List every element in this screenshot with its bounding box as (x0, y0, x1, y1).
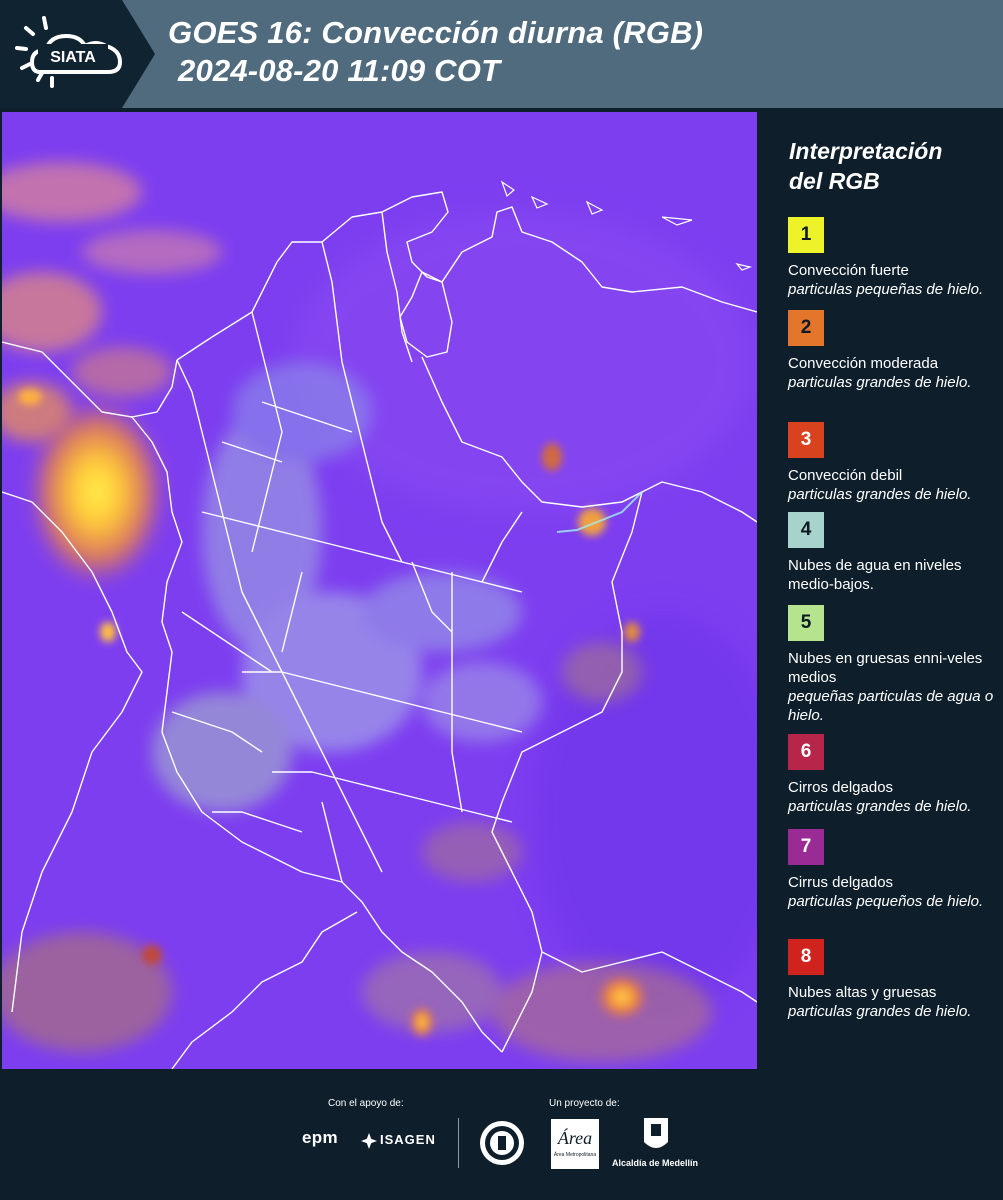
legend-title-line-2: del RGB (789, 168, 880, 194)
footer-divider (458, 1118, 459, 1168)
svg-text:Área: Área (557, 1127, 592, 1148)
siata-logo: SIATA (0, 0, 155, 108)
footer: Con el apoyo de: Un proyecto de: epm ISA… (0, 1070, 1003, 1200)
alcaldia-logo-text: Alcaldía de Medellín (612, 1158, 699, 1168)
title-line-2: 2024-08-20 11:09 COT (178, 53, 501, 88)
legend-label: Convección debil (788, 467, 903, 484)
legend-label: Cirrus delgados (788, 874, 894, 891)
page-title: GOES 16: Convección diurna (RGB) 2024-08… (168, 14, 703, 90)
legend-item: 7 Cirrus delgados particulas pequeños de… (788, 829, 998, 911)
legend-item: 4 Nubes de agua en niveles medio-bajos. (788, 512, 998, 594)
support-label: Con el apoyo de: (328, 1098, 404, 1109)
legend-description: particulas grandes de hielo. (788, 798, 972, 815)
legend-item: 5 Nubes en gruesas enni-veles medios peq… (788, 605, 998, 725)
legend-label: Nubes de agua en niveles medio-bajos. (788, 557, 962, 593)
medellin-crest-icon (644, 1118, 668, 1148)
legend-item: 6 Cirros delgados particulas grandes de … (788, 734, 998, 816)
legend-label: Cirros delgados (788, 779, 894, 796)
legend-item: 1 Convección fuerte particulas pequeñas … (788, 217, 998, 299)
legend-label: Nubes altas y gruesas (788, 984, 937, 1001)
isagen-logo: ISAGEN (380, 1132, 436, 1147)
legend-label: Nubes en gruesas enni-veles medios (788, 650, 983, 686)
svg-text:SIATA: SIATA (50, 49, 96, 66)
legend-item: 2 Convección moderada particulas grandes… (788, 310, 998, 392)
legend-description: particulas pequeños de hielo. (788, 893, 984, 910)
isagen-icon (361, 1133, 377, 1149)
legend-title: Interpretación del RGB (789, 136, 942, 196)
legend-description: particulas grandes de hielo. (788, 1003, 972, 1020)
satellite-map (2, 112, 757, 1069)
legend-item: 3 Convección debil particulas grandes de… (788, 422, 998, 504)
title-line-1: GOES 16: Convección diurna (RGB) (168, 15, 704, 50)
area-metropolitana-logo: Área Área Metropolitana (551, 1119, 599, 1169)
legend-swatch: 1 (788, 217, 824, 253)
epm-logo: epm (302, 1128, 338, 1147)
legend-swatch: 2 (788, 310, 824, 346)
legend-swatch: 4 (788, 512, 824, 548)
legend-panel: Interpretación del RGB 1 Convección fuer… (760, 108, 1003, 1070)
svg-text:Área Metropolitana: Área Metropolitana (554, 1151, 596, 1158)
legend-swatch: 8 (788, 939, 824, 975)
project-label: Un proyecto de: (549, 1098, 620, 1109)
legend-swatch: 5 (788, 605, 824, 641)
legend-label: Convección moderada (788, 355, 939, 372)
legend-description: particulas grandes de hielo. (788, 486, 972, 503)
legend-swatch: 3 (788, 422, 824, 458)
legend-label: Convección fuerte (788, 262, 909, 279)
legend-title-line-1: Interpretación (789, 138, 943, 164)
legend-description: pequeñas particulas de agua o hielo. (788, 688, 994, 724)
header-bar: SIATA GOES 16: Convección diurna (RGB) 2… (0, 0, 1003, 108)
legend-swatch: 7 (788, 829, 824, 865)
legend-description: particulas pequeñas de hielo. (788, 281, 984, 298)
legend-swatch: 6 (788, 734, 824, 770)
legend-description: particulas grandes de hielo. (788, 374, 972, 391)
seal-icon (480, 1121, 524, 1165)
legend-item: 8 Nubes altas y gruesas particulas grand… (788, 939, 998, 1021)
